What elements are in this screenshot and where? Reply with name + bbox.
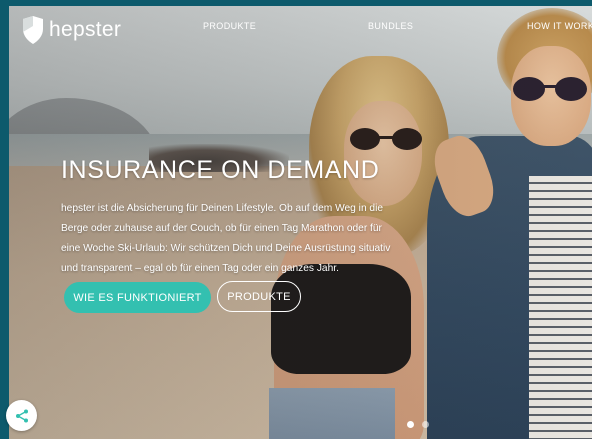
share-button[interactable]	[6, 400, 37, 431]
hero-headline: INSURANCE ON DEMAND	[61, 156, 380, 184]
browser-viewport: hepster PRODUKTE BUNDLES HOW IT WORKS IN…	[0, 0, 592, 439]
shield-logo-icon	[23, 16, 43, 44]
products-button[interactable]: PRODUKTE	[217, 281, 301, 312]
top-navigation: hepster PRODUKTE BUNDLES HOW IT WORKS	[9, 6, 592, 54]
nav-link-produkte[interactable]: PRODUKTE	[203, 21, 256, 31]
brand-logo[interactable]: hepster	[21, 15, 121, 45]
hero-section: hepster PRODUKTE BUNDLES HOW IT WORKS IN…	[9, 6, 592, 439]
brand-name: hepster	[49, 18, 122, 41]
nav-link-bundles[interactable]: BUNDLES	[368, 21, 413, 31]
frame-edge-left	[0, 0, 9, 439]
how-it-works-button[interactable]: WIE ES FUNKTIONIERT	[64, 282, 211, 313]
share-icon	[15, 409, 28, 422]
hero-description: hepster ist die Absicherung für Deinen L…	[61, 203, 391, 274]
carousel-dot-2[interactable]	[422, 421, 429, 428]
carousel-dot-1[interactable]	[407, 421, 414, 428]
carousel-indicators	[407, 421, 429, 428]
nav-link-how-it-works[interactable]: HOW IT WORKS	[527, 21, 592, 31]
